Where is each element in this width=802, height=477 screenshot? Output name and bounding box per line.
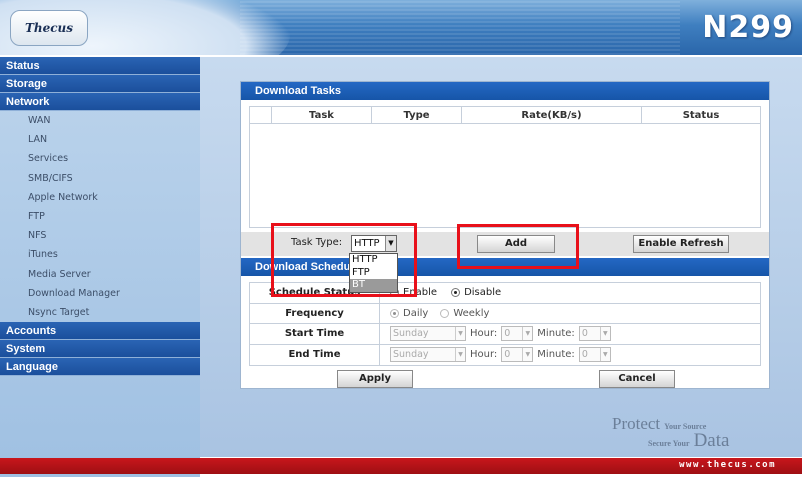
sidebar-item-media-server[interactable]: Media Server (0, 265, 200, 284)
sidebar-item-download-manager[interactable]: Download Manager (0, 284, 200, 303)
frequency-options: Daily Weekly (380, 304, 760, 324)
table-header: Task Type Rate(KB/s) Status (250, 107, 760, 124)
sidebar: Status Storage Network WAN LAN Services … (0, 57, 200, 477)
cancel-button[interactable]: Cancel (599, 370, 675, 388)
thecus-logo: Thecus (10, 10, 88, 46)
chevron-down-icon: ▼ (455, 348, 465, 362)
tagline-data: Data (693, 430, 730, 451)
download-tasks-table: Task Type Rate(KB/s) Status (249, 106, 761, 228)
start-time-row: Start Time Sunday ▼ Hour: 0 ▼ Minute: 0 ▼ (250, 324, 760, 345)
form-actions: Apply Cancel (241, 369, 769, 389)
schedule-status-options: Enable Disable (380, 283, 760, 303)
header-banner: Thecus N299 (0, 0, 802, 55)
download-tasks-title: Download Tasks (241, 82, 769, 100)
start-day-value: Sunday (393, 328, 429, 340)
column-rate[interactable]: Rate(KB/s) (462, 107, 642, 123)
start-day-select[interactable]: Sunday ▼ (390, 326, 466, 342)
apply-button[interactable]: Apply (337, 370, 413, 388)
sidebar-section-language[interactable]: Language (0, 358, 200, 377)
end-time-controls: Sunday ▼ Hour: 0 ▼ Minute: 0 ▼ (380, 345, 760, 366)
frequency-row: Frequency Daily Weekly (250, 303, 760, 324)
sidebar-item-apple-network[interactable]: Apple Network (0, 188, 200, 207)
end-minute-select[interactable]: 0 ▼ (578, 347, 611, 363)
end-day-select[interactable]: Sunday ▼ (390, 347, 466, 363)
column-type[interactable]: Type (372, 107, 462, 123)
sidebar-section-network[interactable]: Network (0, 93, 200, 111)
weekly-radio-label: Weekly (453, 307, 490, 319)
sidebar-section-status[interactable]: Status (0, 57, 200, 75)
model-name: N299 (702, 10, 794, 45)
sidebar-item-nfs[interactable]: NFS (0, 226, 200, 245)
weekly-radio[interactable] (440, 308, 450, 318)
tagline-secure-your: Secure Your (648, 439, 690, 448)
end-hour-label: Hour: (470, 349, 498, 361)
end-minute-label: Minute: (537, 349, 575, 361)
start-minute-label: Minute: (537, 328, 575, 340)
sidebar-item-smb-cifs[interactable]: SMB/CIFS (0, 169, 200, 188)
enable-refresh-button[interactable]: Enable Refresh (633, 235, 729, 253)
chevron-down-icon: ▼ (599, 348, 610, 362)
sidebar-section-accounts[interactable]: Accounts (0, 322, 200, 341)
end-hour-value: 0 (504, 349, 511, 361)
start-hour-label: Hour: (470, 328, 498, 340)
start-time-controls: Sunday ▼ Hour: 0 ▼ Minute: 0 ▼ (380, 324, 760, 344)
end-day-value: Sunday (393, 349, 429, 361)
daily-radio-label: Daily (403, 307, 429, 319)
end-time-label: End Time (250, 344, 380, 365)
chevron-down-icon: ▼ (522, 327, 532, 341)
chevron-down-icon: ▼ (522, 348, 532, 362)
chevron-down-icon: ▼ (455, 327, 465, 341)
start-hour-select[interactable]: 0 ▼ (501, 326, 534, 342)
chevron-down-icon: ▼ (599, 327, 610, 341)
end-time-row: End Time Sunday ▼ Hour: 0 ▼ Minute: 0 ▼ (250, 344, 760, 366)
disable-radio-label: Disable (464, 287, 502, 299)
start-minute-select[interactable]: 0 ▼ (578, 326, 611, 342)
logo-text: Thecus (24, 21, 74, 35)
end-hour-select[interactable]: 0 ▼ (501, 347, 534, 363)
banner-stripes (240, 0, 680, 55)
sidebar-item-lan[interactable]: LAN (0, 130, 200, 149)
sidebar-item-services[interactable]: Services (0, 149, 200, 168)
column-status[interactable]: Status (642, 107, 760, 123)
end-minute-value: 0 (581, 349, 588, 361)
header-checkbox-cell (250, 107, 272, 123)
sidebar-section-storage[interactable]: Storage (0, 75, 200, 93)
sidebar-item-itunes[interactable]: iTunes (0, 245, 200, 264)
start-time-label: Start Time (250, 324, 380, 344)
task-type-highlight (271, 223, 417, 297)
protect-tagline: Protect Your Source Secure Your Data (612, 414, 729, 452)
footer-bar: www.thecus.com (0, 458, 802, 474)
frequency-label: Frequency (250, 303, 380, 323)
sidebar-item-nsync-target[interactable]: Nsync Target (0, 303, 200, 322)
start-hour-value: 0 (504, 328, 511, 340)
footer-url: www.thecus.com (679, 460, 776, 470)
add-button-highlight (457, 224, 579, 269)
start-minute-value: 0 (581, 328, 588, 340)
sidebar-item-ftp[interactable]: FTP (0, 207, 200, 226)
sidebar-section-system[interactable]: System (0, 340, 200, 359)
daily-radio[interactable] (390, 308, 399, 318)
disable-radio[interactable] (451, 288, 461, 298)
sidebar-item-wan[interactable]: WAN (0, 111, 200, 130)
column-task[interactable]: Task (272, 107, 372, 123)
